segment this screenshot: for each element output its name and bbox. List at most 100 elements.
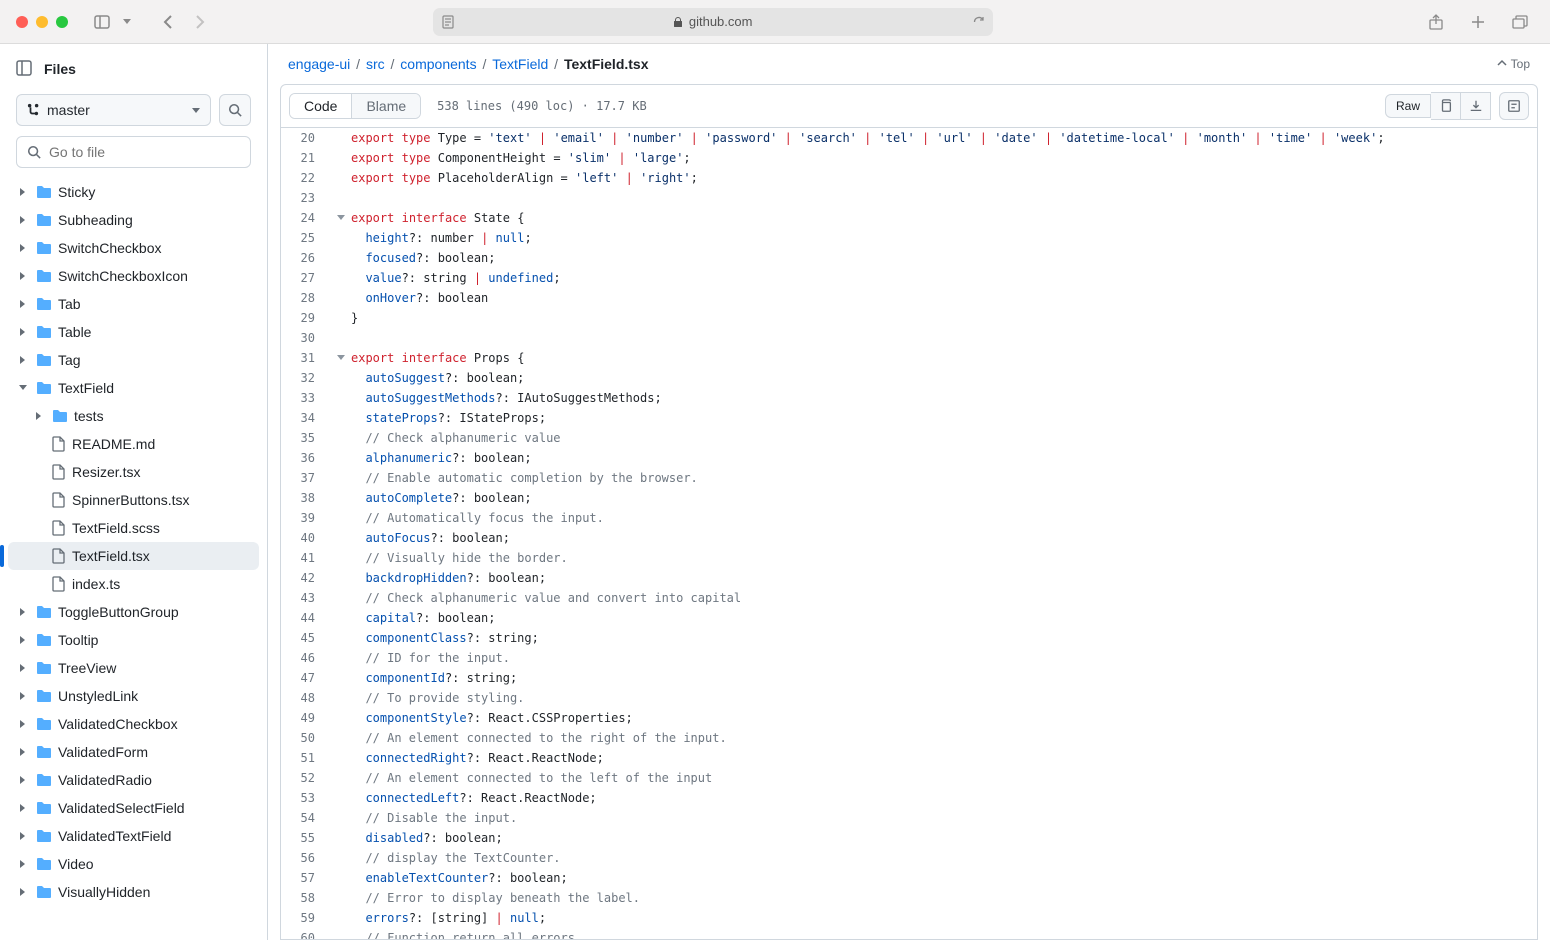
line-number[interactable]: 22 — [281, 168, 331, 188]
tree-item-togglebuttongroup[interactable]: ToggleButtonGroup — [8, 598, 259, 626]
chevron-down-icon[interactable] — [120, 8, 134, 36]
line-content[interactable]: // Disable the input. — [351, 808, 537, 828]
blame-tab[interactable]: Blame — [351, 94, 420, 118]
line-number[interactable]: 30 — [281, 328, 331, 348]
line-number[interactable]: 26 — [281, 248, 331, 268]
line-number[interactable]: 27 — [281, 268, 331, 288]
tree-item-validatedselectfield[interactable]: ValidatedSelectField — [8, 794, 259, 822]
line-number[interactable]: 24 — [281, 208, 331, 228]
chevron-icon[interactable] — [16, 299, 30, 309]
breadcrumb-src[interactable]: src — [366, 56, 385, 72]
chevron-icon[interactable] — [16, 187, 30, 197]
line-content[interactable]: onHover?: boolean — [351, 288, 508, 308]
raw-button[interactable]: Raw — [1385, 94, 1431, 118]
new-tab-icon[interactable] — [1464, 8, 1492, 36]
line-number[interactable]: 38 — [281, 488, 331, 508]
line-number[interactable]: 41 — [281, 548, 331, 568]
chevron-icon[interactable] — [16, 383, 30, 393]
branch-selector[interactable]: master — [16, 94, 211, 126]
line-number[interactable]: 33 — [281, 388, 331, 408]
chevron-icon[interactable] — [16, 831, 30, 841]
line-number[interactable]: 55 — [281, 828, 331, 848]
line-content[interactable]: backdropHidden?: boolean; — [351, 568, 566, 588]
back-button[interactable] — [154, 8, 182, 36]
line-number[interactable]: 44 — [281, 608, 331, 628]
breadcrumb-engage-ui[interactable]: engage-ui — [288, 56, 350, 72]
line-content[interactable]: stateProps?: IStateProps; — [351, 408, 566, 428]
chevron-icon[interactable] — [16, 691, 30, 701]
line-content[interactable]: // ID for the input. — [351, 648, 530, 668]
line-content[interactable]: focused?: boolean; — [351, 248, 516, 268]
top-link[interactable]: Top — [1497, 57, 1530, 71]
chevron-icon[interactable] — [16, 803, 30, 813]
code-tab[interactable]: Code — [290, 94, 351, 118]
line-content[interactable]: // Enable automatic completion by the br… — [351, 468, 718, 488]
line-number[interactable]: 20 — [281, 128, 331, 148]
download-button[interactable] — [1461, 92, 1491, 120]
chevron-icon[interactable] — [16, 747, 30, 757]
breadcrumb-components[interactable]: components — [400, 56, 476, 72]
line-number[interactable]: 40 — [281, 528, 331, 548]
line-content[interactable]: export interface State { — [351, 208, 544, 228]
line-content[interactable] — [351, 328, 371, 348]
file-filter[interactable] — [16, 136, 251, 168]
line-number[interactable]: 37 — [281, 468, 331, 488]
breadcrumb-textfield[interactable]: TextField — [492, 56, 548, 72]
tree-item-switchcheckboxicon[interactable]: SwitchCheckboxIcon — [8, 262, 259, 290]
code-view[interactable]: 20export type Type = 'text' | 'email' | … — [280, 128, 1538, 940]
line-number[interactable]: 42 — [281, 568, 331, 588]
tree-item-video[interactable]: Video — [8, 850, 259, 878]
tree-item-validatedradio[interactable]: ValidatedRadio — [8, 766, 259, 794]
line-content[interactable]: export type PlaceholderAlign = 'left' | … — [351, 168, 718, 188]
chevron-icon[interactable] — [16, 887, 30, 897]
tree-item-textfield[interactable]: TextField — [8, 374, 259, 402]
copy-button[interactable] — [1431, 92, 1461, 120]
line-content[interactable]: autoFocus?: boolean; — [351, 528, 530, 548]
line-number[interactable]: 56 — [281, 848, 331, 868]
line-content[interactable]: enableTextCounter?: boolean; — [351, 868, 588, 888]
line-number[interactable]: 43 — [281, 588, 331, 608]
sidebar-toggle-icon[interactable] — [88, 8, 116, 36]
tree-item-table[interactable]: Table — [8, 318, 259, 346]
line-number[interactable]: 25 — [281, 228, 331, 248]
line-number[interactable]: 21 — [281, 148, 331, 168]
fold-gutter[interactable] — [331, 208, 351, 228]
tree-item-tag[interactable]: Tag — [8, 346, 259, 374]
tree-item-validatedform[interactable]: ValidatedForm — [8, 738, 259, 766]
tree-item-unstyledlink[interactable]: UnstyledLink — [8, 682, 259, 710]
tree-item-validatedtextfield[interactable]: ValidatedTextField — [8, 822, 259, 850]
maximize-window-button[interactable] — [56, 16, 68, 28]
tree-item-readme-md[interactable]: README.md — [8, 430, 259, 458]
line-content[interactable]: alphanumeric?: boolean; — [351, 448, 552, 468]
tree-item-tooltip[interactable]: Tooltip — [8, 626, 259, 654]
chevron-icon[interactable] — [16, 859, 30, 869]
files-panel-icon[interactable] — [16, 60, 34, 78]
file-filter-input[interactable] — [49, 144, 240, 160]
line-content[interactable]: // To provide styling. — [351, 688, 544, 708]
line-content[interactable]: // Function return all errors — [351, 928, 595, 940]
line-number[interactable]: 54 — [281, 808, 331, 828]
line-content[interactable]: // Check alphanumeric value — [351, 428, 581, 448]
chevron-icon[interactable] — [16, 607, 30, 617]
line-content[interactable]: autoSuggest?: boolean; — [351, 368, 544, 388]
line-number[interactable]: 34 — [281, 408, 331, 428]
share-icon[interactable] — [1422, 8, 1450, 36]
line-content[interactable]: // An element connected to the right of … — [351, 728, 747, 748]
forward-button[interactable] — [186, 8, 214, 36]
line-content[interactable]: connectedLeft?: React.ReactNode; — [351, 788, 617, 808]
line-number[interactable]: 60 — [281, 928, 331, 940]
line-content[interactable]: // display the TextCounter. — [351, 848, 581, 868]
line-number[interactable]: 45 — [281, 628, 331, 648]
line-content[interactable]: // Visually hide the border. — [351, 548, 588, 568]
line-content[interactable]: // Check alphanumeric value and convert … — [351, 588, 761, 608]
tree-item-index-ts[interactable]: index.ts — [8, 570, 259, 598]
tree-item-treeview[interactable]: TreeView — [8, 654, 259, 682]
tree-item-visuallyhidden[interactable]: VisuallyHidden — [8, 878, 259, 906]
chevron-icon[interactable] — [16, 327, 30, 337]
line-content[interactable]: // Automatically focus the input. — [351, 508, 624, 528]
tree-item-subheading[interactable]: Subheading — [8, 206, 259, 234]
tabs-icon[interactable] — [1506, 8, 1534, 36]
line-content[interactable]: capital?: boolean; — [351, 608, 516, 628]
line-content[interactable]: connectedRight?: React.ReactNode; — [351, 748, 624, 768]
line-number[interactable]: 28 — [281, 288, 331, 308]
